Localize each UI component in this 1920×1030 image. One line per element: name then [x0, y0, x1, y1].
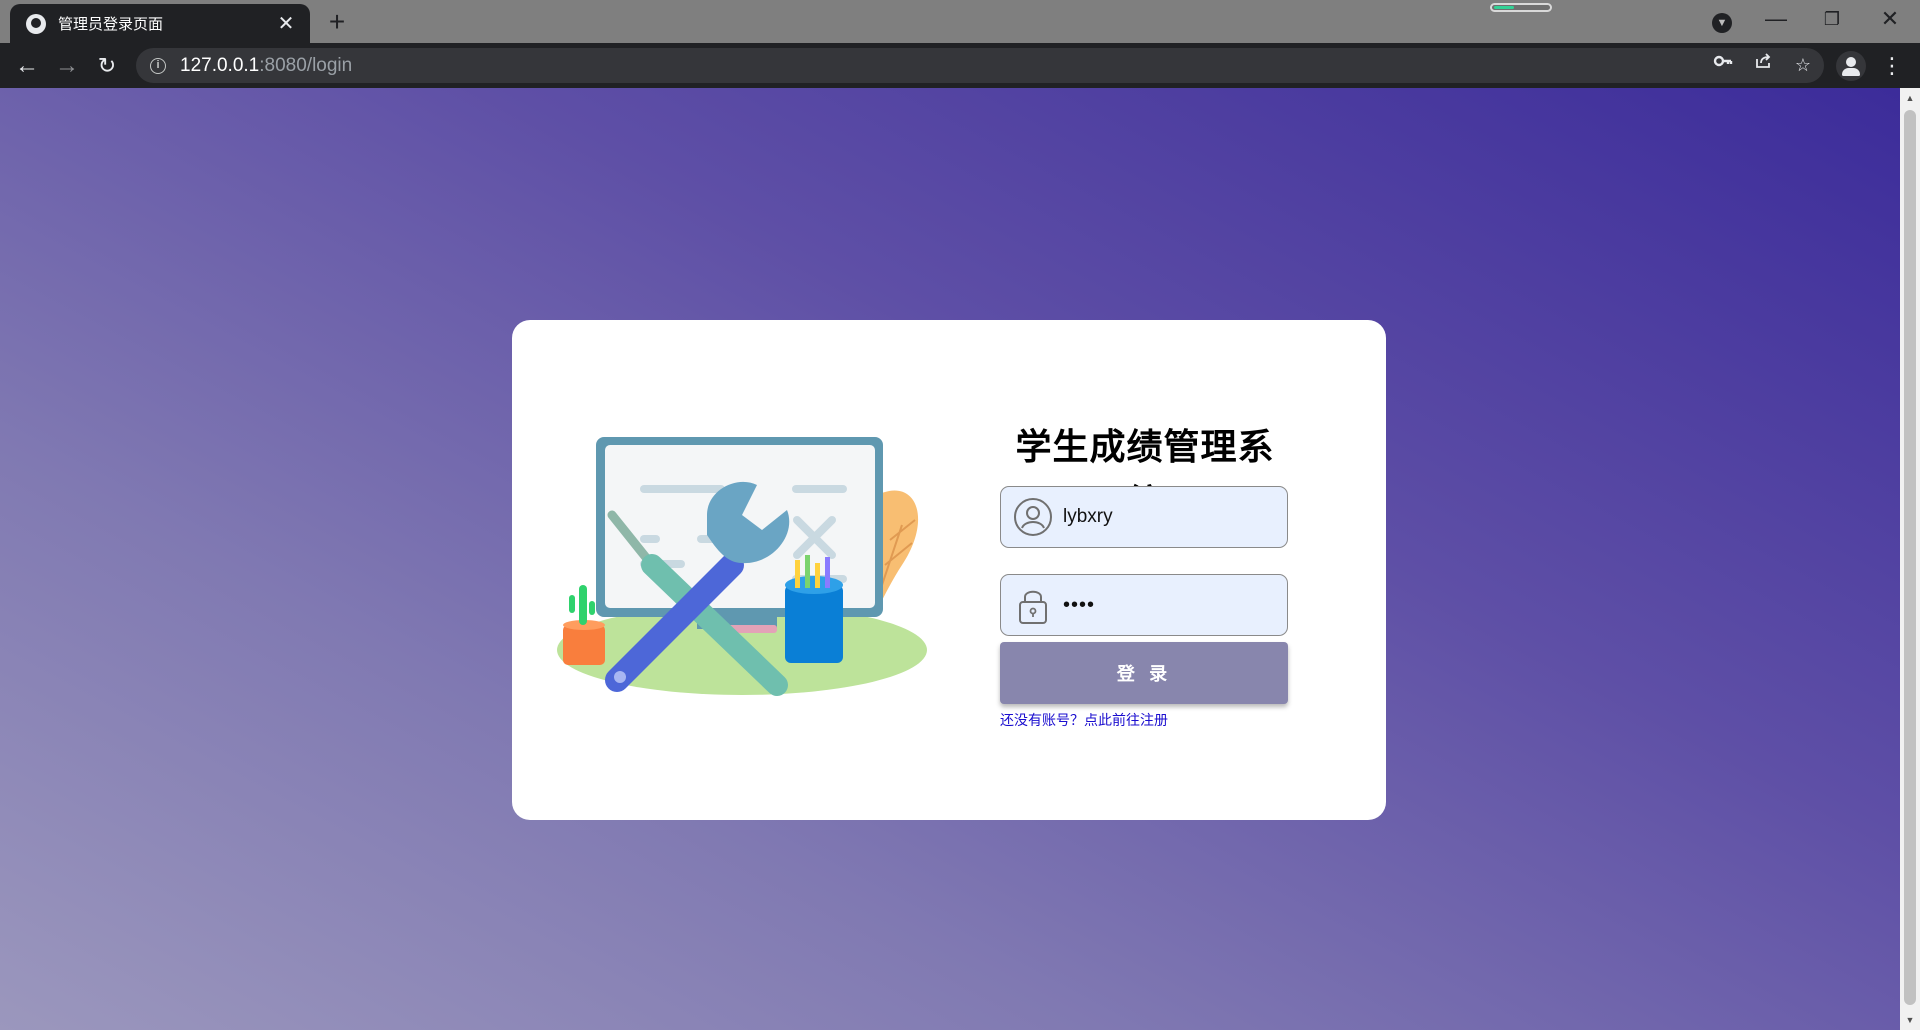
- tab-search-button[interactable]: ▼: [1712, 13, 1732, 33]
- register-link[interactable]: 还没有账号？点此前往注册: [1000, 710, 1290, 730]
- scrollbar-thumb[interactable]: [1904, 110, 1916, 1005]
- url-path: :8080/login: [259, 54, 353, 76]
- login-card: 学生成绩管理系统 登 录 还没有账号？点此前往注册: [512, 320, 1386, 820]
- login-title: 学生成绩管理系统: [1015, 427, 1275, 524]
- arrow-right-icon[interactable]: →: [50, 49, 84, 83]
- login-button[interactable]: 登 录: [1000, 642, 1288, 704]
- globe-icon: [26, 13, 46, 34]
- page-scrollbar[interactable]: ▲ ▼: [1900, 88, 1920, 1030]
- address-bar[interactable]: i 127.0.0.1:8080/login ☆: [136, 48, 1824, 83]
- arrow-left-icon[interactable]: ←: [10, 49, 44, 83]
- lock-icon: [1019, 590, 1047, 624]
- username-field[interactable]: [1000, 486, 1288, 548]
- restore-button[interactable]: ❐: [1804, 0, 1860, 38]
- key-icon[interactable]: [1706, 48, 1740, 83]
- browser-tab[interactable]: 管理员登录页面 ✕: [10, 4, 310, 43]
- login-page: 学生成绩管理系统 登 录 还没有账号？点此前往注册: [0, 88, 1900, 1030]
- share-icon[interactable]: [1746, 48, 1780, 83]
- url-host: 127.0.0.1: [180, 54, 260, 76]
- tab-close-icon[interactable]: ✕: [276, 11, 296, 36]
- tab-title: 管理员登录页面: [58, 16, 164, 33]
- minimize-button[interactable]: —: [1748, 0, 1804, 38]
- username-input[interactable]: [1063, 506, 1273, 528]
- profile-icon[interactable]: [1836, 51, 1866, 81]
- browser-tabstrip: 管理员登录页面 ✕ + ▼ — ❐ ✕: [0, 0, 1920, 43]
- scroll-up-icon[interactable]: ▲: [1900, 90, 1920, 106]
- close-window-button[interactable]: ✕: [1862, 0, 1918, 38]
- login-form: 学生成绩管理系统 登 录 还没有账号？点此前往注册: [1000, 420, 1290, 730]
- star-icon[interactable]: ☆: [1786, 48, 1820, 83]
- new-tab-button[interactable]: +: [322, 7, 352, 37]
- kebab-menu-icon[interactable]: ⋮: [1875, 49, 1909, 83]
- tools-illustration: [557, 437, 927, 696]
- scroll-down-icon[interactable]: ▼: [1900, 1012, 1920, 1028]
- user-icon: [1014, 498, 1052, 536]
- reload-icon[interactable]: ↻: [90, 49, 124, 83]
- tab-group-indicator: [1490, 3, 1552, 12]
- info-icon[interactable]: i: [150, 57, 166, 74]
- browser-toolbar: ← → ↻ i 127.0.0.1:8080/login ☆ ⋮: [0, 43, 1920, 88]
- password-input[interactable]: [1063, 593, 1273, 617]
- password-field[interactable]: [1000, 574, 1288, 636]
